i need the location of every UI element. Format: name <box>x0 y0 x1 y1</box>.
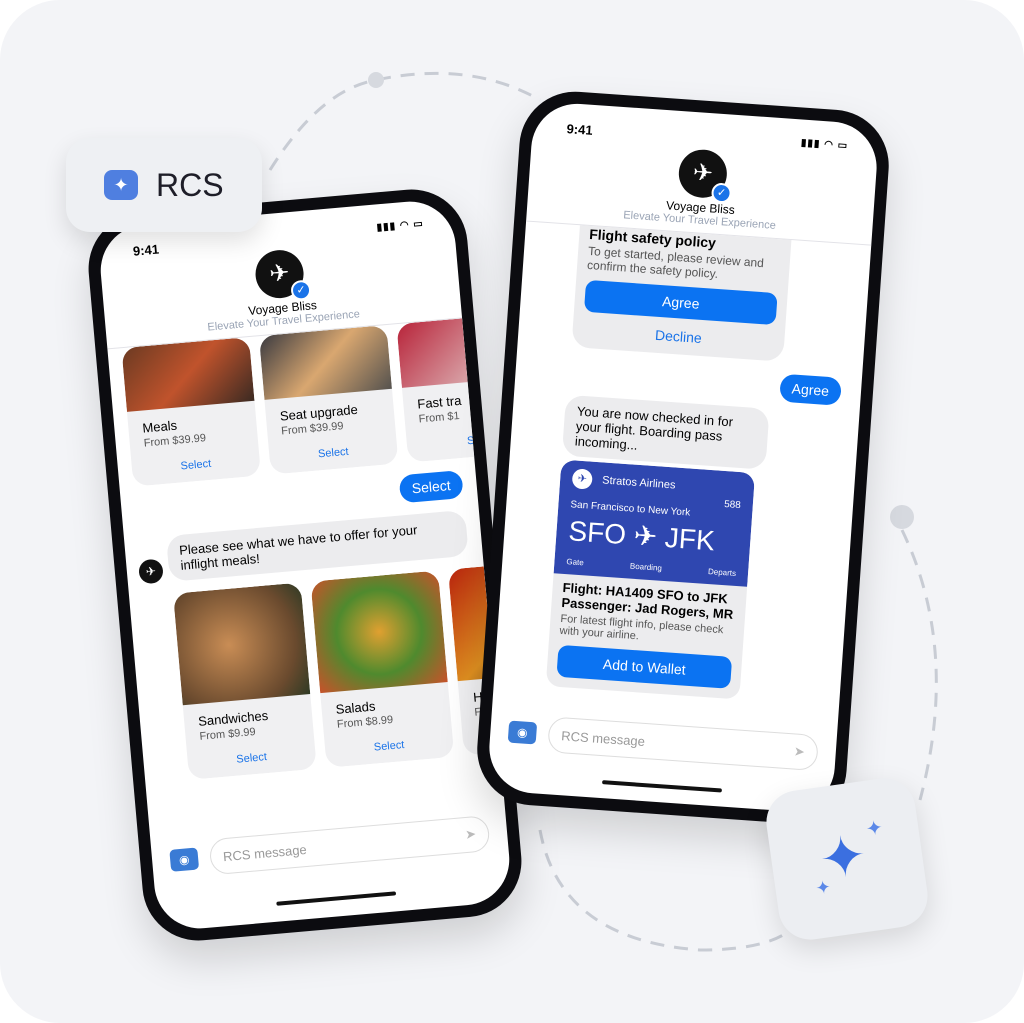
home-indicator <box>602 780 723 793</box>
verified-icon: ✓ <box>710 182 733 204</box>
send-icon[interactable]: ➤ <box>465 826 477 843</box>
sparkle-small-icon: ✦ <box>864 816 885 841</box>
airplane-logo-icon: ✈ ✓ <box>253 248 312 302</box>
sent-message: Select <box>398 470 464 504</box>
carousel-card[interactable]: Salads From $8.99 Select <box>310 570 455 768</box>
carousel-card[interactable]: Fast tra From $1 S <box>396 318 475 463</box>
rcs-badge: ✦ RCS <box>66 138 262 232</box>
camera-icon[interactable]: ◉ <box>169 847 200 872</box>
airplane-icon: ✈ <box>571 468 593 490</box>
add-to-wallet-button[interactable]: Add to Wallet <box>556 644 733 689</box>
left-phone: 9:41 ▮▮▮ ◠ ▭ ✈ ✓ Voyage Bliss Elevate Your… <box>83 184 527 946</box>
boarding-pass-card: ✈ Stratos Airlines 588 San Francisco to N… <box>545 459 756 700</box>
carousel-card[interactable]: Sandwiches From $9.99 Select <box>172 582 317 780</box>
message-input[interactable]: RCS message ➤ <box>208 815 491 876</box>
boarding-pass: ✈ Stratos Airlines 588 San Francisco to N… <box>553 459 756 587</box>
chat-sparkle-icon: ✦ <box>104 170 138 200</box>
send-icon[interactable]: ➤ <box>793 743 805 760</box>
rcs-label: RCS <box>156 166 224 203</box>
carousel-card[interactable]: Seat upgrade From $39.99 Select <box>258 324 399 475</box>
status-time: 9:41 <box>566 121 594 138</box>
home-indicator <box>276 891 397 906</box>
status-time: 9:41 <box>132 241 160 259</box>
status-icons: ▮▮▮ ◠ ▭ <box>800 137 849 152</box>
status-icons: ▮▮▮ ◠ ▭ <box>376 218 425 234</box>
camera-icon[interactable]: ◉ <box>507 720 538 745</box>
policy-card: Flight safety policy To get started, ple… <box>571 225 792 362</box>
airplane-logo-icon: ✈ ✓ <box>677 148 733 204</box>
sent-message: Agree <box>778 373 842 406</box>
right-phone: 9:41 ▮▮▮ ◠ ▭ ✈ ✓ Voyage Bliss Elevate Your… <box>473 87 893 828</box>
received-message: You are now checked in for your flight. … <box>561 394 770 470</box>
airplane-avatar-icon: ✈ <box>137 558 164 585</box>
airplane-icon: ✈ <box>632 519 659 553</box>
sparkle-small-icon: ✦ <box>814 876 833 899</box>
message-input[interactable]: RCS message ➤ <box>547 716 819 772</box>
sparkle-tile: ✦ ✦ ✦ <box>762 774 932 944</box>
carousel-card[interactable]: Meals From $39.99 Select <box>121 337 262 487</box>
